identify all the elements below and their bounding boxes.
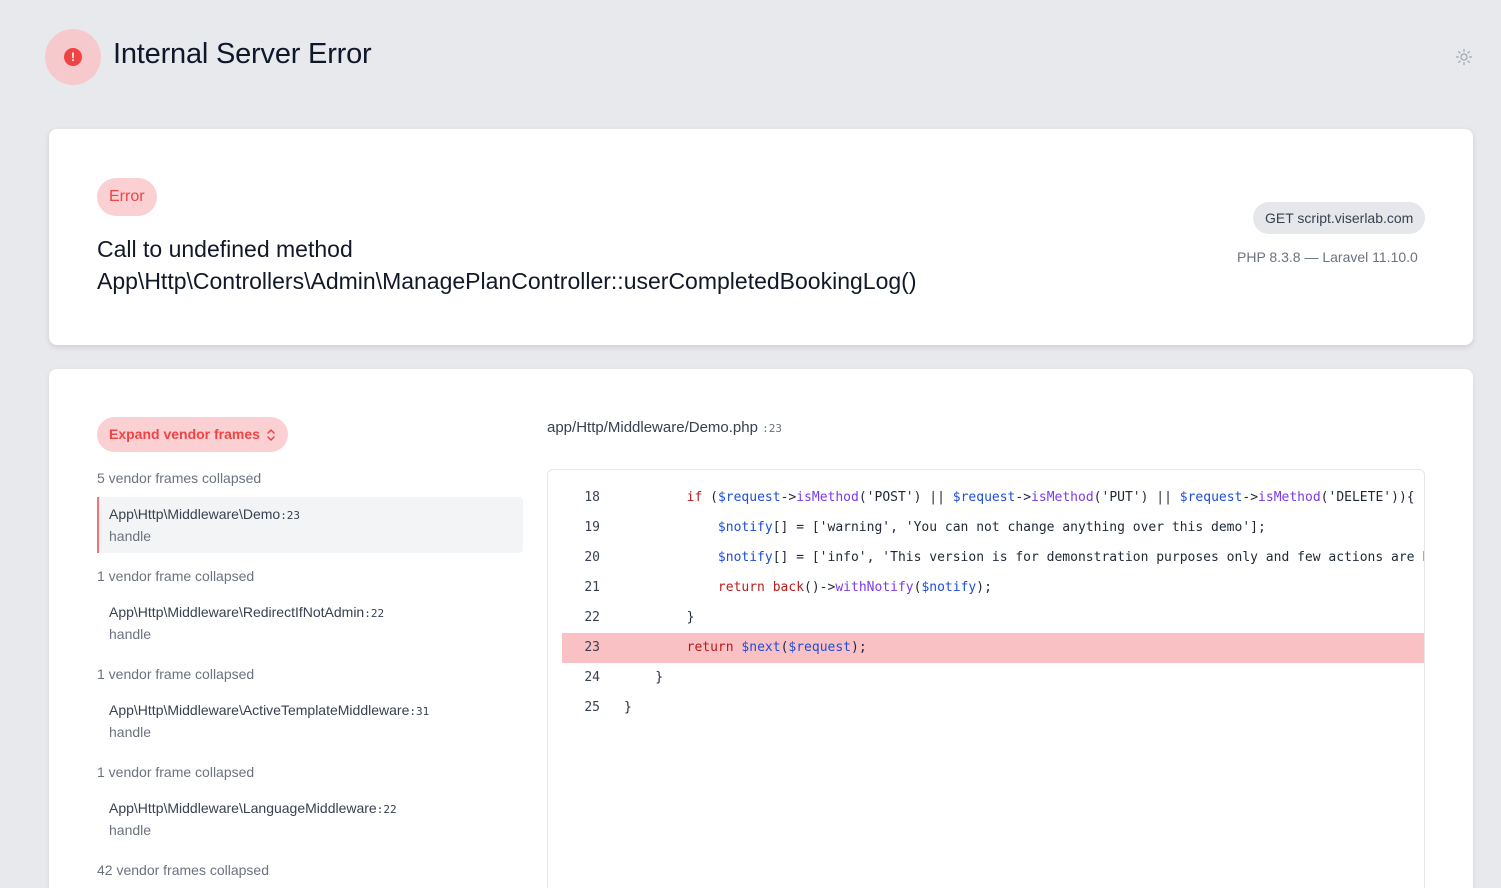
- code-line-text: $notify[] = ['warning', 'You can not cha…: [717, 520, 1266, 535]
- code-line-text: }: [624, 610, 695, 625]
- page-title: Internal Server Error: [113, 38, 372, 70]
- error-message: Call to undefined method App\Http\Contro…: [97, 233, 1097, 297]
- vendor-frames-collapsed-note[interactable]: 5 vendor frames collapsed: [97, 467, 523, 489]
- code-snippet: 18 if ($request->isMethod('POST') || $re…: [547, 469, 1425, 888]
- source-file-name: app/Http/Middleware/Demo.php: [547, 419, 758, 436]
- code-line: 25}: [562, 693, 1424, 723]
- frame-class: App\Http\Middleware\ActiveTemplateMiddle…: [109, 702, 410, 718]
- code-line: 24 }: [562, 663, 1424, 693]
- code-line: 18 if ($request->isMethod('POST') || $re…: [562, 483, 1424, 513]
- error-summary-card: Error Call to undefined method App\Http\…: [49, 129, 1473, 345]
- theme-toggle-button[interactable]: [1454, 47, 1474, 67]
- error-type-badge: Error: [97, 178, 157, 216]
- stack-frame-language-middleware[interactable]: App\Http\Middleware\LanguageMiddleware:2…: [97, 791, 523, 847]
- code-line: 23 return $next($request);: [562, 633, 1424, 663]
- code-line: 19 $notify[] = ['warning', 'You can not …: [562, 513, 1424, 543]
- stack-frame-redirect-if-not-admin[interactable]: App\Http\Middleware\RedirectIfNotAdmin:2…: [97, 595, 523, 651]
- code-line-number: 22: [584, 610, 600, 625]
- frame-line-number: :22: [376, 803, 397, 816]
- frame-method: handle: [109, 724, 152, 740]
- request-badge: GET script.viserlab.com: [1253, 202, 1426, 234]
- frame-method: handle: [109, 528, 152, 544]
- code-line-text: return back()->withNotify($notify);: [717, 580, 992, 595]
- frame-class: App\Http\Middleware\RedirectIfNotAdmin: [109, 604, 365, 620]
- error-message-line-2: App\Http\Controllers\Admin\ManagePlanCon…: [97, 268, 917, 294]
- code-line-number: 23: [584, 640, 600, 655]
- code-line-number: 21: [584, 580, 600, 595]
- frame-line-number: :31: [409, 705, 430, 718]
- error-icon-container: !: [45, 29, 101, 85]
- stack-trace-card: Expand vendor frames 5 vendor frames col…: [49, 369, 1473, 888]
- code-line: 22 }: [562, 603, 1424, 633]
- source-file-line: :23: [762, 422, 782, 435]
- code-line-text: }: [624, 670, 664, 685]
- vendor-frames-collapsed-note[interactable]: 42 vendor frames collapsed: [97, 859, 523, 881]
- error-message-line-1: Call to undefined method: [97, 236, 353, 262]
- sun-icon: [1455, 48, 1473, 66]
- code-line-number: 25: [584, 700, 600, 715]
- source-file-path: app/Http/Middleware/Demo.php :23: [547, 419, 782, 436]
- frame-line-number: :22: [364, 607, 385, 620]
- frame-class: App\Http\Middleware\Demo: [109, 506, 281, 522]
- code-line: 21 return back()->withNotify($notify);: [562, 573, 1424, 603]
- code-line-number: 19: [584, 520, 600, 535]
- code-line: 20 $notify[] = ['info', 'This version is…: [562, 543, 1424, 573]
- stack-frame-active-template-middleware[interactable]: App\Http\Middleware\ActiveTemplateMiddle…: [97, 693, 523, 749]
- code-line-text: return $next($request);: [686, 640, 867, 655]
- frame-class: App\Http\Middleware\LanguageMiddleware: [109, 800, 377, 816]
- code-line-number: 18: [584, 490, 600, 505]
- code-line-text: }: [624, 700, 632, 715]
- code-line-number: 20: [584, 550, 600, 565]
- page-header: ! Internal Server Error: [45, 29, 1501, 85]
- code-line-text: $notify[] = ['info', 'This version is fo…: [717, 550, 1424, 565]
- vendor-frames-collapsed-note[interactable]: 1 vendor frame collapsed: [97, 565, 523, 587]
- code-line-number: 24: [584, 670, 600, 685]
- vendor-frames-collapsed-note[interactable]: 1 vendor frame collapsed: [97, 663, 523, 685]
- vendor-frames-collapsed-note[interactable]: 1 vendor frame collapsed: [97, 761, 523, 783]
- version-info: PHP 8.3.8 — Laravel 11.10.0: [1237, 249, 1418, 265]
- chevron-up-down-icon: [267, 428, 275, 441]
- frame-method: handle: [109, 626, 152, 642]
- code-line-text: if ($request->isMethod('POST') || $reque…: [686, 490, 1415, 505]
- exclamation-circle-icon: !: [64, 48, 82, 66]
- expand-vendor-frames-button[interactable]: Expand vendor frames: [97, 417, 288, 452]
- stack-frame-demo[interactable]: App\Http\Middleware\Demo:23 handle: [97, 497, 523, 553]
- frame-method: handle: [109, 822, 152, 838]
- expand-vendor-frames-label: Expand vendor frames: [109, 426, 260, 442]
- stack-frames-list: 5 vendor frames collapsed App\Http\Middl…: [97, 467, 523, 881]
- frame-line-number: :23: [280, 509, 301, 522]
